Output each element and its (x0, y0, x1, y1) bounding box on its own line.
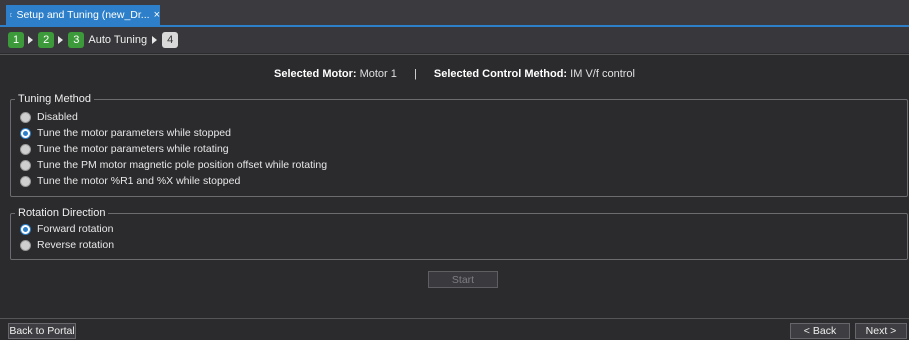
document-icon (10, 13, 13, 17)
step-3-label: Auto Tuning (88, 34, 148, 46)
back-to-portal-button[interactable]: Back to Portal (8, 323, 76, 339)
back-button[interactable]: < Back (790, 323, 850, 339)
step-arrow-icon (58, 36, 64, 44)
radio-option-forward[interactable]: Forward rotation (20, 222, 113, 236)
radio-button-icon[interactable] (20, 143, 31, 155)
radio-button-icon[interactable] (20, 111, 31, 123)
selected-method-label: Selected Control Method: (433, 68, 568, 80)
radio-option-r1-x-stopped[interactable]: Tune the motor %R1 and %X while stopped (20, 174, 240, 188)
step-arrow-icon (152, 36, 158, 44)
tab-setup-and-tuning[interactable]: Setup and Tuning (new_Dr... × (6, 5, 160, 25)
selected-method-value: IM V/f control (570, 68, 635, 80)
tuning-method-title: Tuning Method (15, 93, 94, 105)
selected-motor-label: Selected Motor: (274, 68, 357, 80)
rotation-direction-title: Rotation Direction (15, 207, 109, 219)
step-2[interactable]: 2 (38, 32, 55, 48)
radio-option-tune-rotating[interactable]: Tune the motor parameters while rotating (20, 142, 229, 156)
radio-option-label: Tune the motor %R1 and %X while stopped (37, 175, 241, 187)
radio-option-tune-stopped[interactable]: Tune the motor parameters while stopped (20, 126, 231, 140)
radio-option-label: Disabled (37, 111, 78, 123)
radio-option-label: Tune the PM motor magnetic pole position… (37, 159, 328, 171)
radio-button-selected-icon[interactable] (20, 223, 31, 235)
wizard-stepper: 1 2 3 Auto Tuning 4 (0, 27, 909, 53)
radio-button-icon[interactable] (20, 239, 31, 251)
radio-option-reverse[interactable]: Reverse rotation (20, 238, 114, 252)
tab-bar: Setup and Tuning (new_Dr... × (0, 0, 909, 26)
radio-option-disabled[interactable]: Disabled (20, 110, 78, 124)
radio-option-label: Tune the motor parameters while stopped (37, 127, 231, 139)
step-3[interactable]: 3 (68, 32, 85, 48)
step-arrow-icon (28, 36, 34, 44)
radio-option-label: Reverse rotation (37, 239, 115, 251)
close-icon[interactable]: × (154, 9, 160, 21)
selected-motor-value: Motor 1 (359, 68, 397, 80)
radio-option-label: Tune the motor parameters while rotating (37, 143, 229, 155)
tab-title: Setup and Tuning (new_Dr... (16, 9, 150, 21)
radio-button-selected-icon[interactable] (20, 127, 31, 139)
summary-separator: | (413, 68, 417, 80)
step-4[interactable]: 4 (162, 32, 179, 48)
radio-button-icon[interactable] (20, 175, 31, 187)
next-button[interactable]: Next > (855, 323, 907, 339)
start-button[interactable]: Start (428, 271, 498, 288)
selection-summary: Selected Motor: Motor 1 | Selected Contr… (0, 68, 909, 80)
rotation-direction-group: Rotation Direction Forward rotation Reve… (10, 207, 908, 260)
header-divider (0, 54, 909, 55)
radio-option-label: Forward rotation (37, 223, 114, 235)
tuning-method-group: Tuning Method Disabled Tune the motor pa… (10, 93, 908, 197)
radio-button-icon[interactable] (20, 159, 31, 171)
footer-divider (0, 318, 909, 319)
step-1[interactable]: 1 (8, 32, 25, 48)
radio-option-pm-pole-offset[interactable]: Tune the PM motor magnetic pole position… (20, 158, 327, 172)
